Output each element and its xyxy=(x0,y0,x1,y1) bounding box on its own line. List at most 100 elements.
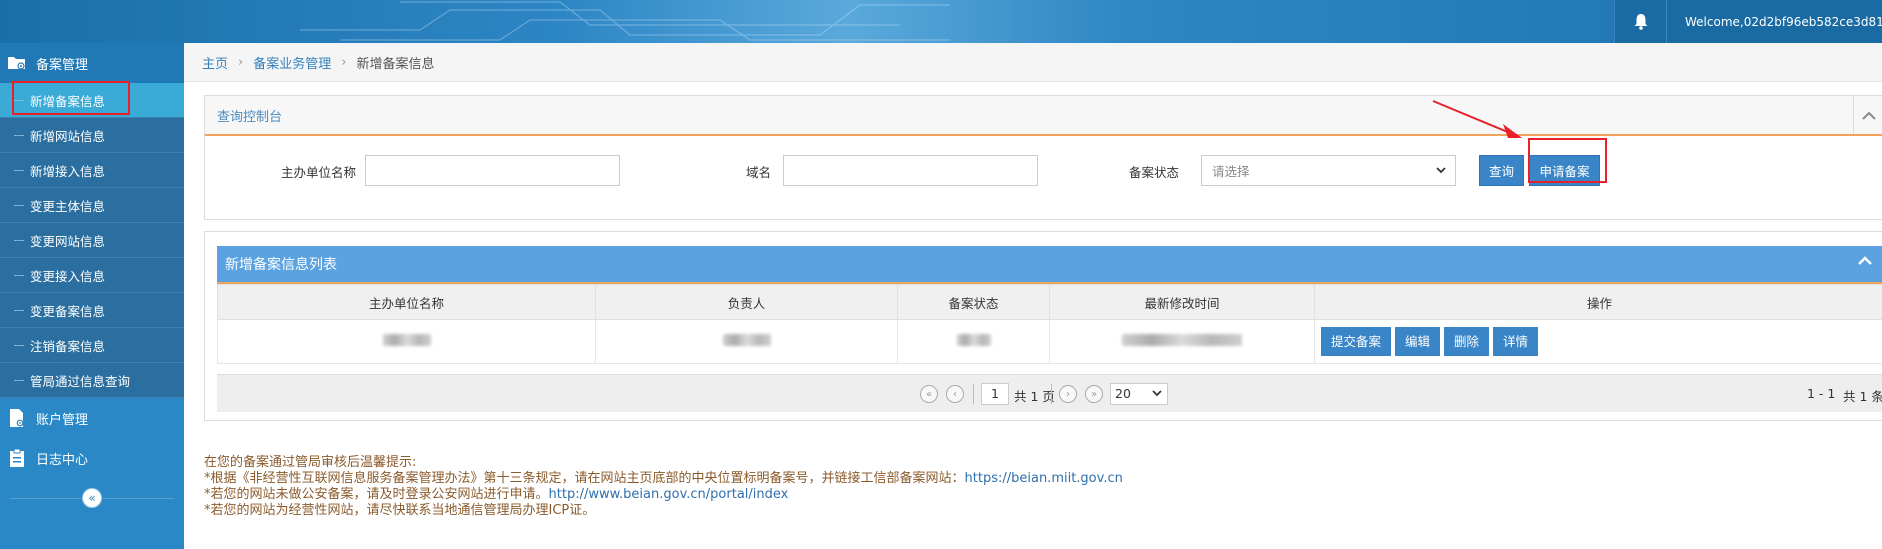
details-button[interactable]: 详情 xyxy=(1493,327,1539,356)
pagination-bar: « ‹ 1 共 1 页 › » 20 1 - 1 共 1 条 xyxy=(217,374,1882,412)
double-chevron-left-icon: « xyxy=(925,388,933,400)
breadcrumb: 主页 › 备案业务管理 › 新增备案信息 xyxy=(184,43,1882,82)
column-header: 负责人 xyxy=(595,284,898,320)
table-header-row: 主办单位名称 负责人 备案状态 最新修改时间 操作 xyxy=(217,284,1882,320)
next-page-button[interactable]: › xyxy=(1059,385,1077,403)
filing-status-label: 备案状态 xyxy=(1129,165,1180,180)
sidebar-item-label: 变更网站信息 xyxy=(30,233,106,249)
delete-button[interactable]: 删除 xyxy=(1444,327,1490,356)
user-menu[interactable]: Welcome,02d2bf96eb582ce3d81c xyxy=(1666,0,1882,43)
chevron-up-icon xyxy=(1861,111,1876,120)
breadcrumb-level2-link[interactable]: 备案业务管理 xyxy=(253,53,331,72)
top-right-area: Welcome,02d2bf96eb582ce3d81c xyxy=(1614,0,1882,43)
page-size-value: 20 xyxy=(1115,386,1131,401)
annotation-box-apply xyxy=(1528,138,1607,183)
submit-filing-button[interactable]: 提交备案 xyxy=(1321,327,1392,356)
police-filing-link[interactable]: http://www.beian.gov.cn/portal/index xyxy=(549,487,789,502)
sidebar-item-label: 注销备案信息 xyxy=(30,338,106,354)
notice-line-1-text: *根据《非经营性互联网信息服务备案管理办法》第十三条规定，请在网站主页底部的中央… xyxy=(204,471,965,486)
sidebar-group-label: 账户管理 xyxy=(36,412,89,428)
welcome-text: Welcome,02d2bf96eb582ce3d81c xyxy=(1685,14,1882,29)
sidebar-item-new-access[interactable]: 新增接入信息 xyxy=(0,153,184,188)
record-total-text: 共 1 条 xyxy=(1843,389,1882,404)
total-pages-text: 共 1 页 xyxy=(1014,389,1055,404)
folder-gear-icon xyxy=(6,52,28,74)
domain-label: 域名 xyxy=(746,165,772,180)
sidebar-collapse-button[interactable]: « xyxy=(82,488,102,508)
cell-actions: 提交备案 编辑 删除 详情 xyxy=(1314,319,1882,364)
prev-page-button[interactable]: ‹ xyxy=(946,385,964,403)
query-panel-header: 查询控制台 xyxy=(205,96,1882,136)
double-chevron-right-icon: » xyxy=(1090,388,1098,400)
filing-table: 主办单位名称 负责人 备案状态 最新修改时间 操作 提交备案 编辑 删除 详情 xyxy=(217,284,1882,364)
notice-line-3: *若您的网站为经营性网站，请尽快联系当地通信管理局办理ICP证。 xyxy=(204,503,596,518)
breadcrumb-home-link[interactable]: 主页 xyxy=(202,53,228,72)
page-number-input[interactable]: 1 xyxy=(981,383,1009,405)
sidebar-item-label: 管局通过信息查询 xyxy=(30,373,131,389)
sidebar-group-label: 日志中心 xyxy=(36,452,89,468)
breadcrumb-separator: › xyxy=(238,54,244,70)
first-page-button[interactable]: « xyxy=(920,385,938,403)
sidebar-item-change-access[interactable]: 变更接入信息 xyxy=(0,258,184,293)
notice-line-1: *根据《非经营性互联网信息服务备案管理办法》第十三条规定，请在网站主页底部的中央… xyxy=(204,471,1123,487)
chevron-right-icon: › xyxy=(1066,388,1070,400)
notifications-button[interactable] xyxy=(1614,0,1666,43)
main-content: 主页 › 备案业务管理 › 新增备案信息 查询控制台 主办单位名称 域名 备案状… xyxy=(184,43,1882,549)
filing-notice: 在您的备案通过管局审核后温馨提示: *根据《非经营性互联网信息服务备案管理办法》… xyxy=(204,455,1123,519)
sidebar-item-label: 变更主体信息 xyxy=(30,198,106,214)
notice-line-2-text: *若您的网站未做公安备案，请及时登录公安网站进行申请。 xyxy=(204,487,549,502)
filing-status-select[interactable]: 请选择 xyxy=(1201,155,1456,186)
search-button[interactable]: 查询 xyxy=(1479,155,1524,186)
notice-line-2: *若您的网站未做公安备案，请及时登录公安网站进行申请。http://www.be… xyxy=(204,487,1123,503)
clipboard-icon xyxy=(6,447,28,469)
sidebar-group-filing[interactable]: 备案管理 xyxy=(0,43,184,83)
edit-button[interactable]: 编辑 xyxy=(1395,327,1441,356)
sidebar-item-approved-query[interactable]: 管局通过信息查询 xyxy=(0,363,184,398)
table-row: 提交备案 编辑 删除 详情 xyxy=(217,319,1882,364)
banner-circuit-decoration xyxy=(300,1,950,41)
sidebar-item-change-website[interactable]: 变更网站信息 xyxy=(0,223,184,258)
column-header: 最新修改时间 xyxy=(1049,284,1315,320)
double-chevron-left-icon: « xyxy=(88,491,96,505)
chevron-left-icon: ‹ xyxy=(953,388,957,400)
list-panel-title: 新增备案信息列表 xyxy=(225,257,337,273)
sidebar-item-new-website[interactable]: 新增网站信息 xyxy=(0,118,184,153)
chevron-down-icon xyxy=(1436,167,1446,174)
breadcrumb-separator: › xyxy=(341,54,347,70)
pager-divider xyxy=(1051,384,1052,404)
page-size-select[interactable]: 20 xyxy=(1110,383,1168,405)
sidebar-item-label: 变更备案信息 xyxy=(30,303,106,319)
cell-owner-redacted xyxy=(595,319,898,364)
sidebar-collapse-row: « xyxy=(0,478,184,518)
filing-status-selected: 请选择 xyxy=(1212,164,1250,179)
query-collapse-toggle[interactable] xyxy=(1853,96,1882,134)
sidebar-item-change-filing[interactable]: 变更备案信息 xyxy=(0,293,184,328)
org-name-input[interactable] xyxy=(365,155,620,186)
bell-icon xyxy=(1634,14,1647,30)
top-banner: Welcome,02d2bf96eb582ce3d81c xyxy=(0,0,1882,43)
sidebar-item-label: 变更接入信息 xyxy=(30,268,106,284)
miit-link[interactable]: https://beian.miit.gov.cn xyxy=(965,471,1123,486)
domain-input[interactable] xyxy=(783,155,1038,186)
sidebar-group-account[interactable]: 账户管理 xyxy=(0,398,184,438)
column-header: 主办单位名称 xyxy=(217,284,596,320)
query-panel-title: 查询控制台 xyxy=(217,109,283,125)
notice-title: 在您的备案通过管局审核后温馨提示: xyxy=(204,455,417,470)
list-panel: 新增备案信息列表 主办单位名称 负责人 备案状态 最新修改时间 操作 提交备案 … xyxy=(204,231,1882,421)
sidebar-item-cancel-filing[interactable]: 注销备案信息 xyxy=(0,328,184,363)
sidebar-item-change-entity[interactable]: 变更主体信息 xyxy=(0,188,184,223)
org-name-label: 主办单位名称 xyxy=(281,165,357,180)
chevron-up-icon[interactable] xyxy=(1857,255,1873,266)
sidebar-group-logs[interactable]: 日志中心 xyxy=(0,438,184,478)
column-header: 备案状态 xyxy=(897,284,1050,320)
document-gear-icon xyxy=(6,407,28,429)
cell-status-redacted xyxy=(897,319,1050,364)
list-panel-header: 新增备案信息列表 xyxy=(217,246,1882,284)
sidebar: 备案管理 新增备案信息 新增网站信息 新增接入信息 变更主体信息 变更网站信息 … xyxy=(0,43,184,549)
sidebar-group-label: 备案管理 xyxy=(36,57,89,73)
pager-divider xyxy=(973,384,974,404)
last-page-button[interactable]: » xyxy=(1085,385,1103,403)
breadcrumb-current: 新增备案信息 xyxy=(356,56,435,72)
chevron-down-icon xyxy=(1152,390,1162,397)
sidebar-item-label: 新增接入信息 xyxy=(30,163,106,179)
